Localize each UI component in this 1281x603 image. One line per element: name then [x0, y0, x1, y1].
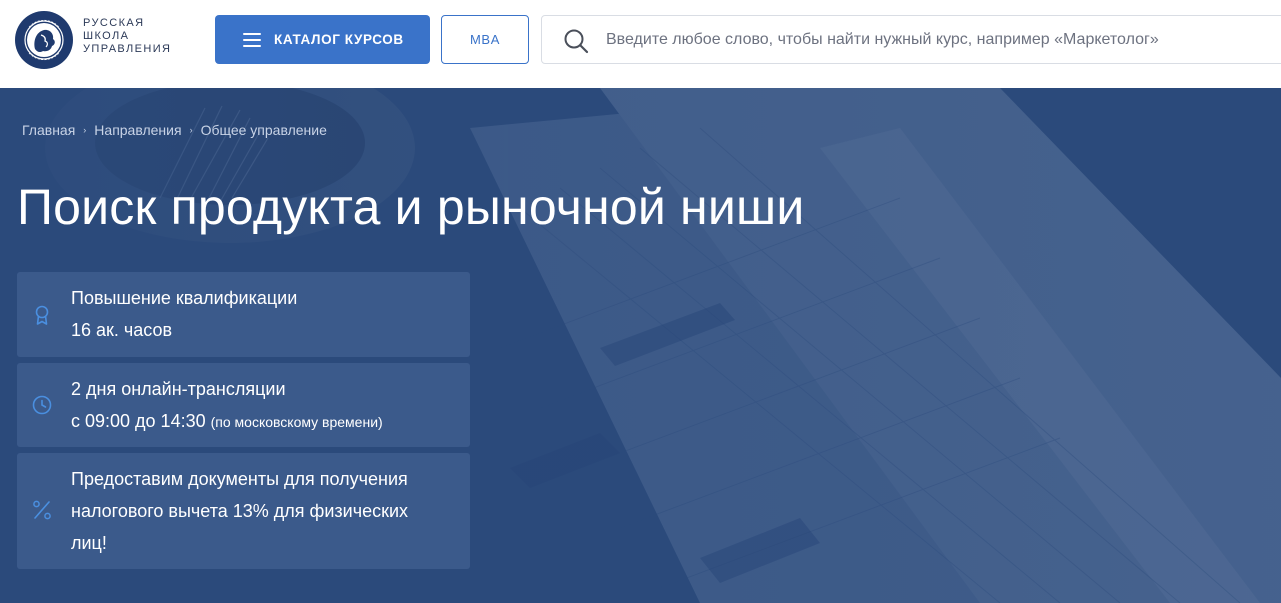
search-input[interactable]	[606, 26, 1281, 54]
brand-line-3: УПРАВЛЕНИЯ	[83, 43, 172, 55]
breadcrumb-general-management[interactable]: Общее управление	[201, 122, 327, 138]
card-line: Повышение квалификации	[71, 288, 298, 308]
breadcrumb-home[interactable]: Главная	[22, 122, 75, 138]
card-line: 2 дня онлайн-трансляции	[71, 379, 286, 399]
info-card-text: 2 дня онлайн-трансляции с 09:00 до 14:30…	[71, 373, 383, 438]
card-line: Предоставим документы для получения	[71, 469, 408, 489]
logo[interactable]	[15, 11, 73, 69]
award-icon	[35, 305, 49, 325]
card-line-wrap: с 09:00 до 14:30 (по московскому времени…	[71, 405, 383, 438]
breadcrumb-separator-icon: ›	[189, 125, 193, 135]
clock-icon	[32, 395, 52, 415]
catalog-button[interactable]: КАТАЛОГ КУРСОВ	[215, 15, 430, 64]
info-card-text: Повышение квалификации 16 ак. часов	[71, 282, 297, 346]
page-title: Поиск продукта и рыночной ниши	[17, 179, 805, 235]
brand-name[interactable]: РУССКАЯ ШКОЛА УПРАВЛЕНИЯ	[83, 17, 171, 56]
card-line: с 09:00 до 14:30	[71, 411, 206, 431]
search-icon[interactable]	[563, 28, 589, 54]
card-line: налогового вычета 13% для физических	[71, 501, 409, 521]
info-card-schedule: 2 дня онлайн-трансляции с 09:00 до 14:30…	[17, 363, 470, 447]
search-bar[interactable]	[541, 15, 1281, 64]
catalog-button-label: КАТАЛОГ КУРСОВ	[274, 32, 404, 47]
breadcrumb-directions[interactable]: Направления	[94, 122, 181, 138]
info-card-qualification: Повышение квалификации 16 ак. часов	[17, 272, 470, 357]
info-card-text: Предоставим документы для получения нало…	[71, 463, 408, 559]
breadcrumb-separator-icon: ›	[83, 125, 87, 135]
brand-line-2: ШКОЛА	[83, 30, 130, 42]
card-line: лиц!	[71, 533, 107, 553]
percent-icon	[33, 500, 51, 520]
site-header: РУССКАЯ ШКОЛА УПРАВЛЕНИЯ КАТАЛОГ КУРСОВ …	[0, 0, 1281, 88]
brand-line-1: РУССКАЯ	[83, 17, 145, 29]
menu-icon	[243, 32, 261, 47]
logo-emblem-icon	[16, 12, 72, 68]
hero-section: Главная › Направления › Общее управление…	[0, 88, 1281, 603]
breadcrumb: Главная › Направления › Общее управление	[22, 122, 327, 138]
info-card-tax-deduction: Предоставим документы для получения нало…	[17, 453, 470, 569]
card-note: (по московскому времени)	[210, 414, 383, 430]
mba-button[interactable]: MBA	[441, 15, 529, 64]
card-line: 16 ак. часов	[71, 320, 173, 340]
